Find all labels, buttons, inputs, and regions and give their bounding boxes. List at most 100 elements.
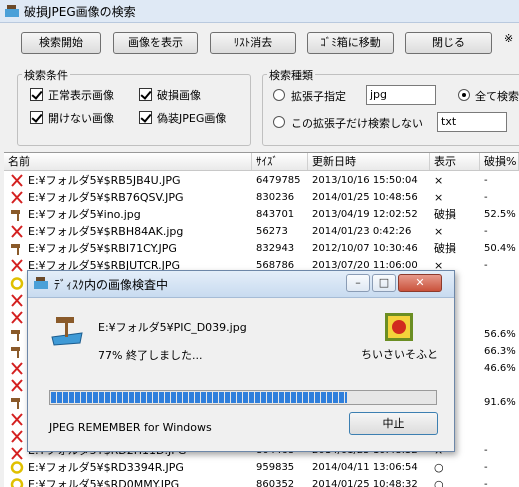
column-display[interactable]: 表示 [430, 153, 480, 170]
red-x-icon [10, 191, 24, 204]
row-name: E:¥フォルダ5¥$RBI71CY.JPG [28, 240, 177, 257]
row-name: E:¥フォルダ5¥$RB5JB4U.JPG [28, 172, 181, 189]
row-date: 2012/10/07 10:30:46 [312, 240, 418, 257]
row-display: 破損 [434, 206, 456, 223]
red-x-icon [10, 379, 24, 392]
red-x-icon [10, 311, 24, 324]
move-to-trash-button[interactable]: ｺﾞﾐ箱に移動 [307, 32, 394, 54]
app-icon [5, 4, 19, 17]
table-row[interactable]: E:¥フォルダ5¥ino.jpg 843701 2013/04/19 12:02… [4, 206, 519, 223]
cancel-button[interactable]: 中止 [349, 412, 438, 435]
row-date: 2014/01/25 10:48:32 [312, 476, 418, 487]
hammer-icon [10, 396, 24, 409]
hammer-icon [10, 328, 24, 341]
scan-progress-dialog: ﾃﾞｨｽｸ内の画像検査中 – □ ✕ E:¥フォルダ5¥PIC_D039.jpg… [27, 270, 455, 452]
damaged-images-label: 破損画像 [157, 87, 201, 103]
maximize-icon[interactable]: □ [372, 274, 396, 292]
row-name: E:¥フォルダ5¥ino.jpg [28, 206, 141, 223]
close-button[interactable]: 閉じる [405, 32, 492, 54]
column-name[interactable]: 名前 [4, 153, 252, 170]
row-size: 959835 [256, 459, 294, 476]
window-title: 破損JPEG画像の検索 [24, 3, 136, 20]
table-row[interactable]: E:¥フォルダ5¥$RD3394R.JPG 959835 2014/04/11 … [4, 459, 519, 476]
table-row[interactable]: E:¥フォルダ5¥$RB5JB4U.JPG 6479785 2013/10/16… [4, 172, 519, 189]
side-damage-value: 56.6% [484, 326, 516, 343]
red-x-icon [10, 294, 24, 307]
hammer-icon [10, 242, 24, 255]
dialog-title-bar: ﾃﾞｨｽｸ内の画像検査中 – □ ✕ [28, 271, 454, 298]
ext-input[interactable]: jpg [366, 85, 436, 105]
row-damage: - [484, 172, 488, 189]
row-display: × [434, 172, 443, 189]
row-damage: - [484, 257, 488, 274]
fake-jpeg-checkbox[interactable] [139, 111, 152, 124]
row-display: ○ [434, 459, 444, 476]
yellow-circle-icon [10, 277, 24, 290]
table-row[interactable]: E:¥フォルダ5¥$RBI71CY.JPG 832943 2012/10/07 … [4, 240, 519, 257]
row-damage: - [484, 223, 488, 240]
table-row[interactable]: E:¥フォルダ5¥$RB76QSV.JPG 830236 2014/01/25 … [4, 189, 519, 206]
row-damage: 52.5% [484, 206, 516, 223]
row-name: E:¥フォルダ5¥$RD3394R.JPG [28, 459, 184, 476]
row-name: E:¥フォルダ5¥$RD0MMY.JPG [28, 476, 179, 487]
row-display: ○ [434, 476, 444, 487]
dialog-close-icon[interactable]: ✕ [398, 274, 442, 292]
app-icon [34, 277, 48, 289]
all-search-radio[interactable] [458, 89, 470, 101]
footer-label: JPEG REMEMBER for Windows [49, 421, 212, 434]
damaged-images-checkbox[interactable] [139, 88, 152, 101]
unopenable-images-checkbox[interactable] [30, 111, 43, 124]
list-header: 名前 ｻｲｽﾞ 更新日時 表示 破損% [4, 153, 519, 171]
search-conditions-title: 検索条件 [22, 67, 70, 83]
row-damage: - [484, 476, 488, 487]
progress-status: 77% 終了しました... [98, 347, 202, 363]
ext-radio[interactable] [273, 89, 285, 101]
row-size: 56273 [256, 223, 288, 240]
side-damage-value: 66.3% [484, 343, 516, 360]
red-x-icon [10, 413, 24, 426]
side-damage-value: 46.6% [484, 360, 516, 377]
search-type-title: 検索種類 [267, 67, 315, 83]
red-x-icon [10, 174, 24, 187]
side-damage-value: 91.6% [484, 394, 516, 411]
unopenable-images-label: 開けない画像 [48, 110, 114, 126]
red-x-icon [10, 259, 24, 272]
red-x-icon [10, 362, 24, 375]
search-start-button[interactable]: 検索開始 [21, 32, 101, 54]
row-size: 830236 [256, 189, 294, 206]
show-image-button[interactable]: 画像を表示 [113, 32, 198, 54]
brand-label: ちいさいそふと [361, 346, 438, 362]
row-damage: - [484, 189, 488, 206]
yellow-circle-icon [10, 461, 24, 474]
column-size[interactable]: ｻｲｽﾞ [252, 153, 308, 170]
all-search-label: 全て検索 [475, 88, 519, 104]
minimize-icon[interactable]: – [346, 274, 370, 292]
current-file: E:¥フォルダ5¥PIC_D039.jpg [98, 319, 247, 335]
row-date: 2013/10/16 15:50:04 [312, 172, 418, 189]
exclude-ext-input[interactable]: txt [437, 112, 507, 132]
row-date: 2014/01/25 10:48:56 [312, 189, 418, 206]
row-display: × [434, 223, 443, 240]
column-damage[interactable]: 破損% [480, 153, 519, 170]
row-name: E:¥フォルダ5¥$RBH84AK.jpg [28, 223, 183, 240]
row-damage: - [484, 459, 488, 476]
hammer-icon [10, 345, 24, 358]
row-name: E:¥フォルダ5¥$RB76QSV.JPG [28, 189, 183, 206]
exclude-ext-label: この拡張子だけ検索しない [291, 115, 423, 131]
normal-images-label: 正常表示画像 [48, 87, 114, 103]
hammer-icon [10, 208, 24, 221]
red-x-icon [10, 225, 24, 238]
row-size: 860352 [256, 476, 294, 487]
table-row[interactable]: E:¥フォルダ5¥$RBH84AK.jpg 56273 2014/01/23 0… [4, 223, 519, 240]
progress-bar [49, 390, 437, 405]
row-damage: - [484, 442, 488, 459]
clear-list-button[interactable]: ﾘｽﾄ消去 [210, 32, 296, 54]
disk-hammer-icon [50, 311, 84, 347]
exclude-ext-radio[interactable] [273, 116, 285, 128]
normal-images-checkbox[interactable] [30, 88, 43, 101]
fake-jpeg-label: 偽装JPEG画像 [157, 110, 226, 126]
column-date[interactable]: 更新日時 [308, 153, 430, 170]
table-row[interactable]: E:¥フォルダ5¥$RD0MMY.JPG 860352 2014/01/25 1… [4, 476, 519, 487]
brand-logo-icon [385, 313, 413, 341]
dialog-title: ﾃﾞｨｽｸ内の画像検査中 [54, 276, 168, 293]
